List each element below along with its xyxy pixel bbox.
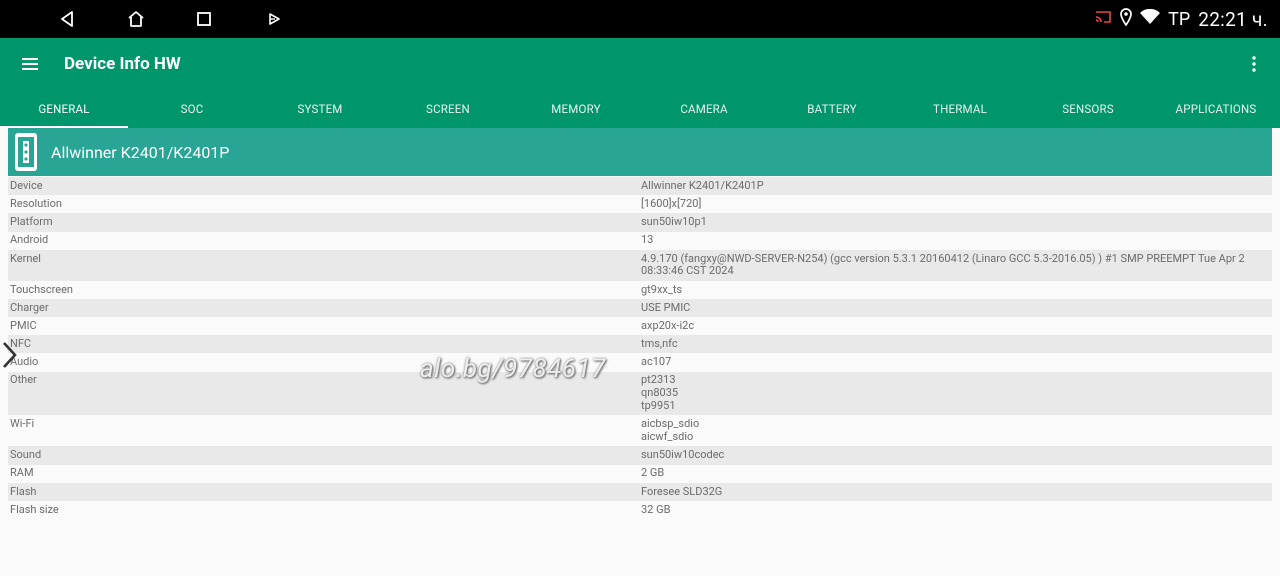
row-value: [1600]x[720] <box>641 196 702 210</box>
row-value: Allwinner K2401/K2401P <box>641 178 764 192</box>
row-value: ac107 <box>641 355 672 369</box>
row-key: Platform <box>10 215 53 229</box>
tab-battery[interactable]: BATTERY <box>768 90 896 128</box>
table-row: Resolution [1600]x[720] <box>8 195 1272 214</box>
device-name: Allwinner K2401/K2401P <box>51 142 230 162</box>
watermark: alo.bg/9784617 <box>420 354 606 384</box>
row-key: Sound <box>10 448 42 462</box>
table-row: Sound sun50iw10codec <box>8 446 1272 465</box>
table-row: PMIC axp20x-i2c <box>8 317 1272 336</box>
row-key: Resolution <box>10 196 62 210</box>
wifi-icon <box>1140 8 1161 30</box>
row-value: pt2313 qn8035 tp9951 <box>641 373 679 413</box>
table-row: Other pt2313 qn8035 tp9951 <box>8 371 1272 416</box>
tab-screen[interactable]: SCREEN <box>384 90 512 128</box>
row-value: sun50iw10p1 <box>641 215 707 229</box>
play-icon[interactable] <box>261 6 287 32</box>
row-value: 2 GB <box>641 466 665 480</box>
row-key: Flash size <box>10 502 59 516</box>
table-row: NFC tms,nfc <box>8 335 1272 354</box>
table-row: Wi-Fi aicbsp_sdio aicwf_sdio <box>8 415 1272 447</box>
recents-icon[interactable] <box>191 6 217 32</box>
location-icon <box>1120 7 1132 31</box>
row-key: Device <box>10 178 43 192</box>
cast-icon <box>1094 9 1112 30</box>
table-row: Touchscreen gt9xx_ts <box>8 280 1272 299</box>
row-value: 13 <box>641 233 654 247</box>
row-value: 4.9.170 (fangxy@NWD-SERVER-N254) (gcc ve… <box>641 251 1245 278</box>
home-icon[interactable] <box>123 6 149 32</box>
row-value: axp20x-i2c <box>641 318 695 332</box>
tab-bar: GENERAL SOC SYSTEM SCREEN MEMORY CAMERA … <box>0 90 1280 128</box>
row-key: Kernel <box>10 251 41 265</box>
back-icon[interactable] <box>54 6 80 32</box>
tab-general[interactable]: GENERAL <box>0 90 128 128</box>
row-key: Flash <box>10 484 37 498</box>
row-key: PMIC <box>10 318 37 332</box>
tab-system[interactable]: SYSTEM <box>256 90 384 128</box>
row-value: tms,nfc <box>641 337 678 351</box>
table-row: Android 13 <box>8 231 1272 250</box>
table-row: RAM 2 GB <box>8 464 1272 483</box>
tab-soc[interactable]: SOC <box>128 90 256 128</box>
tab-thermal[interactable]: THERMAL <box>896 90 1024 128</box>
table-row: Audio ac107 <box>8 353 1272 372</box>
table-row: Flash Foresee SLD32G <box>8 482 1272 501</box>
clock: 22:21 ч. <box>1198 7 1268 31</box>
device-card-header: Allwinner K2401/K2401P <box>8 128 1272 176</box>
row-key: Wi-Fi <box>10 417 35 431</box>
row-value: 32 GB <box>641 502 671 516</box>
app-title: Device Info HW <box>64 54 181 74</box>
row-key: Android <box>10 233 49 247</box>
side-panel-arrow-icon[interactable] <box>0 340 20 370</box>
tab-camera[interactable]: CAMERA <box>640 90 768 128</box>
table-row: Flash size 32 GB <box>8 501 1272 520</box>
overflow-menu-icon[interactable] <box>1242 52 1266 76</box>
tab-applications[interactable]: APPLICATIONS <box>1152 90 1280 128</box>
app-bar: Device Info HW GENERAL SOC SYSTEM SCREEN… <box>0 38 1280 128</box>
row-key: NFC <box>10 337 32 351</box>
row-key: RAM <box>10 466 34 480</box>
tab-sensors[interactable]: SENSORS <box>1024 90 1152 128</box>
row-key: Touchscreen <box>10 282 73 296</box>
system-status-bar: ТР 22:21 ч. <box>0 0 1280 38</box>
table-row: Kernel 4.9.170 (fangxy@NWD-SERVER-N254) (… <box>8 249 1272 281</box>
table-row: Charger USE PMIC <box>8 298 1272 318</box>
row-value: sun50iw10codec <box>641 448 725 462</box>
status-icons: ТР 22:21 ч. <box>1094 0 1268 38</box>
row-key: Charger <box>10 300 49 314</box>
row-value: USE PMIC <box>641 300 691 314</box>
menu-icon[interactable] <box>18 52 42 76</box>
tab-memory[interactable]: MEMORY <box>512 90 640 128</box>
table-row: Device Allwinner K2401/K2401P <box>8 177 1272 196</box>
row-value: Foresee SLD32G <box>641 484 723 498</box>
device-info-table: Device Allwinner K2401/K2401P Resolution [… <box>8 177 1272 520</box>
table-row: Platform sun50iw10p1 <box>8 213 1272 232</box>
carrier-label: ТР <box>1168 8 1191 30</box>
row-value: gt9xx_ts <box>641 282 683 296</box>
row-value: aicbsp_sdio aicwf_sdio <box>641 417 700 444</box>
phone-icon <box>15 133 37 171</box>
